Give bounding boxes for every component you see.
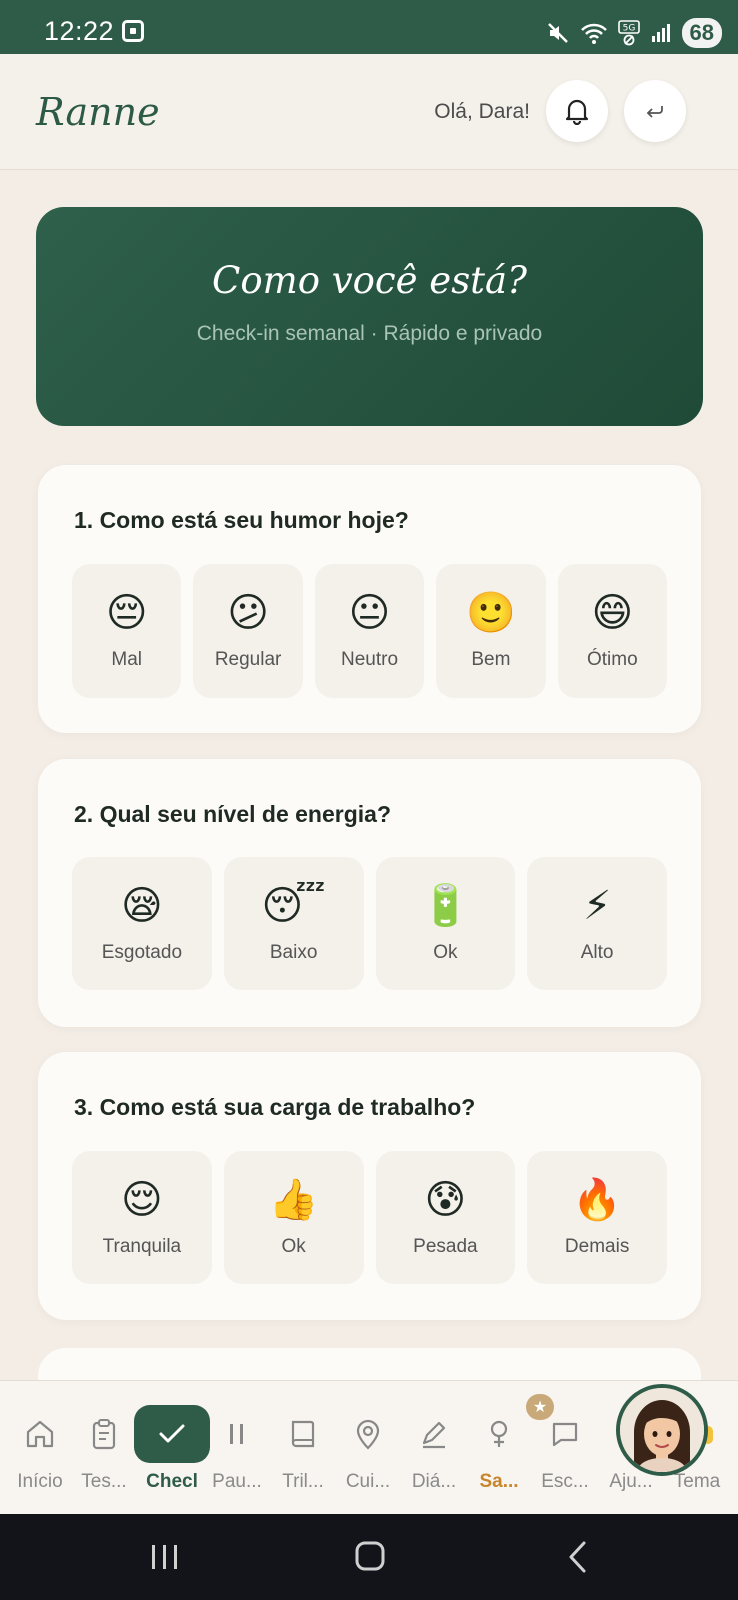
option-label: Tranquila xyxy=(102,1235,182,1257)
workload-option-tranquila[interactable]: 😌 Tranquila xyxy=(72,1151,212,1284)
nav-item-pausa[interactable]: Pau... xyxy=(204,1381,270,1515)
screenshot-icon xyxy=(122,20,144,42)
status-icons: 5G 68 xyxy=(546,18,722,48)
greeting-text: Olá, Dara! xyxy=(434,100,530,123)
option-label: Ok xyxy=(281,1235,306,1257)
nav-item-saude[interactable]: Sa... xyxy=(466,1381,532,1515)
battery-indicator: 68 xyxy=(681,18,722,48)
mute-icon xyxy=(547,23,568,43)
question-title: 1. Como está seu humor hoje? xyxy=(74,507,409,533)
check-icon xyxy=(159,1424,185,1443)
nav-item-testes[interactable]: Tes... xyxy=(71,1381,137,1515)
energy-option-alto[interactable]: ⚡ Alto xyxy=(527,857,667,990)
neutral-face-icon: 😐 xyxy=(348,590,391,636)
option-label: Ótimo xyxy=(586,649,638,670)
recent-apps-icon[interactable] xyxy=(148,1542,182,1572)
sleeping-face-icon: 😴 xyxy=(261,882,326,929)
option-label: Mal xyxy=(111,649,143,670)
wifi-icon xyxy=(580,23,607,44)
sad-face-icon: 😔 xyxy=(105,590,148,636)
mood-options: 😔 Mal 😕 Regular 😐 Neutro 🙂 Bem 😄 Ótimo xyxy=(72,564,668,698)
assistant-avatar-button[interactable] xyxy=(616,1384,708,1476)
option-label: Bem xyxy=(471,649,511,670)
option-label: Demais xyxy=(564,1235,630,1257)
chat-icon xyxy=(552,1422,578,1447)
assistant-avatar-icon xyxy=(620,1388,704,1472)
relieved-face-icon: 😌 xyxy=(121,1176,163,1223)
map-pin-icon xyxy=(356,1419,380,1450)
lightning-icon: ⚡ xyxy=(583,882,612,929)
question-title: 3. Como está sua carga de trabalho? xyxy=(74,1094,476,1120)
nav-item-diario[interactable]: Diá... xyxy=(401,1381,467,1515)
checkin-hero-card: Como você está? Check-in semanal · Rápid… xyxy=(36,207,703,426)
app-header: Ranne Olá, Dara! xyxy=(0,54,738,170)
energy-option-ok[interactable]: 🔋 Ok xyxy=(375,857,516,990)
hero-title: Como você está? xyxy=(212,259,527,302)
sleepy-face-icon: 😪 xyxy=(121,882,163,929)
question-card-energy: 2. Qual seu nível de energia? 😪 Esgotado … xyxy=(38,759,701,1027)
thumbs-up-icon: 👍 xyxy=(268,1176,319,1223)
workload-option-demais[interactable]: 🔥 Demais xyxy=(527,1151,667,1284)
energy-option-baixo[interactable]: 😴 Baixo xyxy=(223,857,364,990)
mood-option-otimo[interactable]: 😄 Ótimo xyxy=(557,564,668,698)
grin-face-icon: 😄 xyxy=(591,590,634,636)
energy-options: 😪 Esgotado 😴 Baixo 🔋 Ok ⚡ Alto xyxy=(72,857,667,990)
mood-option-neutro[interactable]: 😐 Neutro xyxy=(314,564,425,698)
workload-option-pesada[interactable]: 😰 Pesada xyxy=(375,1151,516,1284)
option-label: Alto xyxy=(580,941,614,963)
option-label: Pesada xyxy=(413,1235,478,1257)
book-icon xyxy=(291,1420,315,1448)
clipboard-icon xyxy=(92,1419,116,1450)
nav-item-inicio[interactable]: Início xyxy=(7,1381,73,1515)
option-label: Esgotado xyxy=(101,941,183,963)
battery-icon: 🔋 xyxy=(420,882,471,929)
mood-option-mal[interactable]: 😔 Mal xyxy=(72,564,182,698)
app-logo[interactable]: Ranne xyxy=(36,90,160,134)
nav-item-checkin[interactable]: Checl xyxy=(134,1381,210,1515)
anxious-face-icon: 😰 xyxy=(424,1176,467,1223)
smile-face-icon: 🙂 xyxy=(466,590,516,636)
status-time: 12:22 xyxy=(44,16,115,46)
workload-options: 😌 Tranquila 👍 Ok 😰 Pesada 🔥 Demais xyxy=(72,1151,667,1284)
option-label: Regular xyxy=(214,649,282,670)
pencil-icon xyxy=(422,1421,446,1449)
option-label: Ok xyxy=(433,941,458,963)
mood-option-bem[interactable]: 🙂 Bem xyxy=(436,564,546,698)
energy-option-esgotado[interactable]: 😪 Esgotado xyxy=(72,857,212,990)
back-icon[interactable] xyxy=(566,1540,590,1574)
5g-icon: 5G xyxy=(617,20,640,46)
return-icon xyxy=(646,106,663,118)
mood-option-regular[interactable]: 😕 Regular xyxy=(193,564,303,698)
option-label: Baixo xyxy=(269,941,318,963)
star-badge: ★ xyxy=(526,1394,554,1420)
pause-icon xyxy=(230,1424,243,1444)
fire-icon: 🔥 xyxy=(572,1176,623,1223)
question-card-mood: 1. Como está seu humor hoje? 😔 Mal 😕 Regul… xyxy=(38,465,701,733)
option-label: Neutro xyxy=(341,649,399,670)
signal-icon xyxy=(651,24,670,42)
question-title: 2. Qual seu nível de energia? xyxy=(74,801,392,827)
home-icon xyxy=(26,1420,54,1448)
female-icon xyxy=(490,1420,508,1447)
nav-item-trilhas[interactable]: Tril... xyxy=(270,1381,336,1515)
workload-option-ok[interactable]: 👍 Ok xyxy=(223,1151,364,1284)
system-navigation-bar xyxy=(0,1514,738,1600)
bell-icon xyxy=(565,99,589,125)
nav-item-cuidados[interactable]: Cui... xyxy=(335,1381,401,1515)
hero-subtitle: Check-in semanal · Rápido e privado xyxy=(196,322,543,345)
home-button-icon[interactable] xyxy=(354,1540,386,1572)
logout-button[interactable] xyxy=(624,80,686,142)
notifications-button[interactable] xyxy=(546,80,608,142)
svg-text:5G: 5G xyxy=(622,24,635,34)
question-card-workload: 3. Como está sua carga de trabalho? 😌 Tra… xyxy=(38,1052,701,1320)
confused-face-icon: 😕 xyxy=(227,590,269,636)
status-bar: 12:22 5G 68 xyxy=(0,0,738,54)
